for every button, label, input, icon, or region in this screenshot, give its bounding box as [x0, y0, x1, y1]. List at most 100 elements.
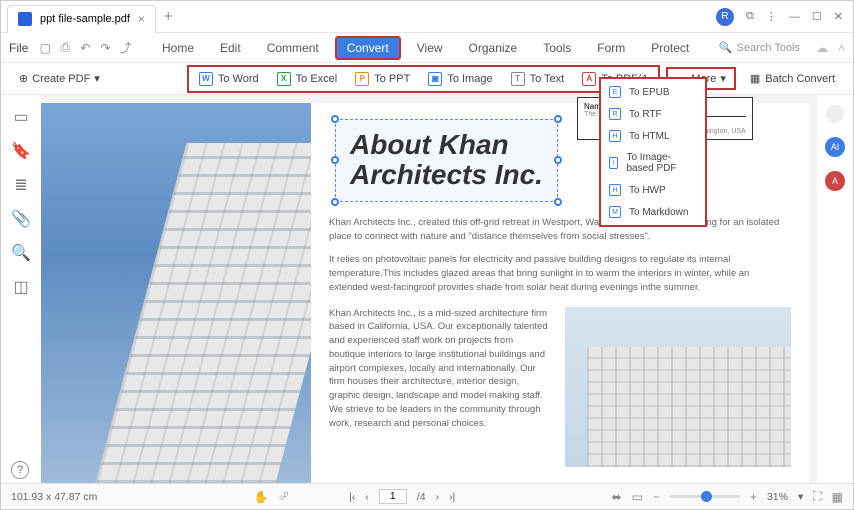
read-mode-icon[interactable]: ▦ — [832, 490, 843, 504]
last-page-icon[interactable]: ›| — [449, 491, 455, 503]
secondary-image — [565, 307, 791, 467]
ppt-icon: P — [355, 72, 369, 86]
to-ppt-button[interactable]: PTo PPT — [347, 69, 418, 89]
create-pdf-button[interactable]: ⊕ Create PDF ▾ — [11, 69, 108, 88]
excel-icon: X — [277, 72, 291, 86]
tab-home[interactable]: Home — [152, 38, 204, 58]
right-sidebar: AI A — [817, 95, 853, 483]
zoom-slider[interactable] — [670, 495, 740, 498]
plus-icon: ⊕ — [19, 72, 28, 85]
tab-view[interactable]: View — [407, 38, 453, 58]
tab-tools[interactable]: Tools — [533, 38, 581, 58]
fields-icon[interactable]: ◫ — [13, 279, 29, 295]
dropdown-to-hwp[interactable]: HTo HWP — [601, 179, 705, 201]
hero-image — [41, 103, 311, 483]
pdfa-icon: A — [582, 72, 596, 86]
window-controls: R ⧉ ⋮ — ☐ ✕ — [716, 8, 853, 26]
batch-label: Batch Convert — [765, 73, 835, 85]
epub-icon: E — [609, 86, 621, 98]
copy-icon[interactable]: ⧉ — [746, 10, 754, 23]
dropdown-to-epub[interactable]: ETo EPUB — [601, 81, 705, 103]
to-word-button[interactable]: WTo Word — [191, 69, 267, 89]
thumbnails-icon[interactable]: ▭ — [13, 109, 29, 125]
titlebar: ppt file-sample.pdf × + R ⧉ ⋮ — ☐ ✕ — [1, 1, 853, 33]
batch-convert-button[interactable]: ▦ Batch Convert — [742, 69, 843, 88]
page-text-area: About KhanArchitects Inc. Khan Architect… — [311, 103, 809, 483]
to-excel-button[interactable]: XTo Excel — [269, 69, 346, 89]
statusbar: 101.93 x 47.87 cm ✋ ⮰ |‹ ‹ /4 › ›| ⬌ ▭ −… — [1, 483, 853, 509]
select-tool-icon[interactable]: ⮰ — [279, 489, 289, 504]
page-input[interactable] — [379, 489, 407, 504]
page-navigator: |‹ ‹ /4 › ›| — [349, 489, 455, 504]
markdown-icon: M — [609, 206, 621, 218]
html-icon: H — [609, 130, 621, 142]
attachments-icon[interactable]: 📎 — [13, 211, 29, 227]
save-icon[interactable]: ▢ — [38, 41, 52, 55]
search-placeholder: Search Tools — [737, 42, 800, 54]
grid-icon: ▦ — [750, 72, 760, 85]
word-icon: W — [199, 72, 213, 86]
paragraph-2: It relies on photovoltaic panels for ele… — [329, 253, 791, 294]
tab-edit[interactable]: Edit — [210, 38, 251, 58]
convert-button-group: WTo Word XTo Excel PTo PPT ▣To Image TTo… — [187, 65, 660, 93]
print-icon[interactable]: ⎙ — [58, 41, 72, 55]
chevron-up-icon[interactable]: ˄ — [838, 41, 845, 55]
image-icon: ▣ — [428, 72, 442, 86]
search-panel-icon[interactable]: 🔍 — [13, 245, 29, 261]
workspace: ▭ 🔖 ≣ 📎 🔍 ◫ About KhanArchitects Inc. Kh… — [1, 95, 853, 483]
dropdown-to-html[interactable]: HTo HTML — [601, 125, 705, 147]
search-tools[interactable]: 🔍 Search Tools — [719, 41, 800, 54]
dropdown-to-markdown[interactable]: MTo Markdown — [601, 201, 705, 223]
menu-file[interactable]: File — [9, 41, 28, 55]
ai-assistant-icon[interactable]: AI — [825, 137, 845, 157]
bookmarks-icon[interactable]: 🔖 — [13, 143, 29, 159]
tab-form[interactable]: Form — [587, 38, 635, 58]
add-tab-button[interactable]: + — [164, 8, 173, 25]
minimize-button[interactable]: — — [789, 11, 800, 23]
heading: About KhanArchitects Inc. — [350, 130, 543, 191]
to-image-button[interactable]: ▣To Image — [420, 69, 500, 89]
cloud-icon[interactable]: ☁ — [816, 41, 828, 55]
fit-page-icon[interactable]: ▭ — [632, 490, 643, 504]
zoom-in-icon[interactable]: + — [750, 490, 757, 504]
help-icon[interactable]: ? — [11, 461, 29, 479]
zoom-out-icon[interactable]: − — [653, 490, 660, 504]
zoom-value: 31% — [767, 491, 788, 503]
redo-icon[interactable]: ↷ — [98, 41, 112, 55]
fit-width-icon[interactable]: ⬌ — [612, 490, 622, 504]
tab-filename: ppt file-sample.pdf — [40, 13, 130, 25]
document-tab[interactable]: ppt file-sample.pdf × — [7, 5, 156, 33]
user-avatar[interactable]: R — [716, 8, 734, 26]
zoom-chevron-icon[interactable]: ▾ — [798, 491, 803, 503]
kebab-menu-icon[interactable]: ⋮ — [766, 10, 777, 23]
right-badge-1[interactable] — [826, 105, 844, 123]
maximize-button[interactable]: ☐ — [812, 10, 822, 23]
to-text-button[interactable]: TTo Text — [503, 69, 573, 89]
page-total-label: /4 — [417, 491, 426, 503]
share-icon[interactable]: ⤴ — [118, 41, 132, 55]
tab-close-icon[interactable]: × — [138, 12, 145, 26]
chevron-down-icon: ▾ — [720, 72, 726, 85]
first-page-icon[interactable]: |‹ — [349, 491, 355, 503]
hwp-icon: H — [609, 184, 621, 196]
image-pdf-icon: I — [609, 157, 618, 169]
tab-comment[interactable]: Comment — [257, 38, 329, 58]
prev-page-icon[interactable]: ‹ — [365, 491, 369, 503]
undo-icon[interactable]: ↶ — [78, 41, 92, 55]
fullscreen-icon[interactable]: ⛶ — [813, 489, 821, 504]
chevron-down-icon: ▾ — [94, 72, 100, 85]
text-icon: T — [511, 72, 525, 86]
hand-tool-icon[interactable]: ✋ — [254, 490, 269, 504]
close-window-button[interactable]: ✕ — [834, 10, 843, 23]
dropdown-to-image-pdf[interactable]: ITo Image-based PDF — [601, 147, 705, 179]
tab-protect[interactable]: Protect — [641, 38, 699, 58]
dropdown-to-rtf[interactable]: RTo RTF — [601, 103, 705, 125]
selected-text-frame[interactable]: About KhanArchitects Inc. — [335, 119, 558, 202]
next-page-icon[interactable]: › — [436, 491, 440, 503]
tab-convert[interactable]: Convert — [335, 36, 401, 60]
more-dropdown-menu: ETo EPUB RTo RTF HTo HTML ITo Image-base… — [599, 77, 707, 227]
paragraph-3: Khan Architects Inc., is a mid-sized arc… — [329, 307, 551, 467]
tab-organize[interactable]: Organize — [459, 38, 528, 58]
ai-badge-2[interactable]: A — [825, 171, 845, 191]
layers-icon[interactable]: ≣ — [13, 177, 29, 193]
